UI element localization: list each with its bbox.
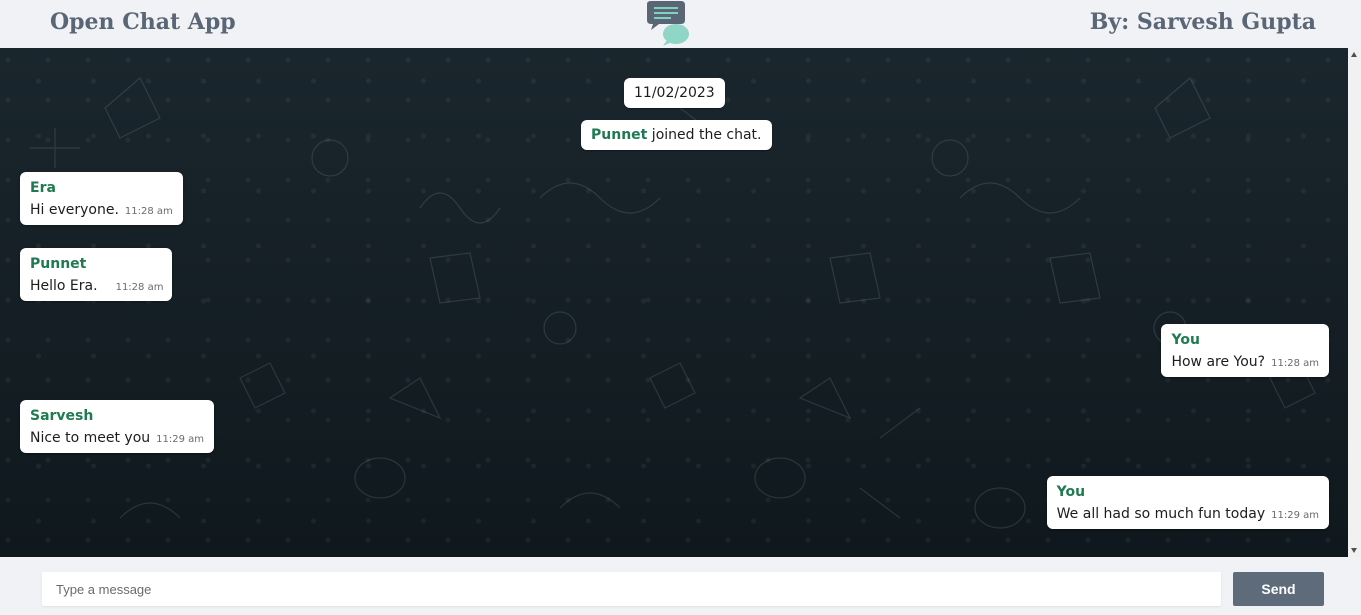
message-text: Nice to meet you	[30, 430, 151, 446]
message-sender: You	[1171, 332, 1200, 348]
message-text: Hello Era.	[30, 278, 98, 294]
message-input[interactable]	[42, 572, 1221, 606]
message-time: 11:29 am	[156, 434, 205, 445]
message-bubble: Punnet Hello Era. 11:28 am	[20, 248, 173, 301]
message-sender: Sarvesh	[30, 408, 94, 424]
app-header: Open Chat App By: Sarvesh Gupta	[0, 0, 1361, 48]
message-text: Hi everyone.	[30, 202, 119, 218]
message-bubble: Era Hi everyone. 11:28 am	[20, 172, 183, 225]
message-sender: You	[1056, 484, 1086, 500]
message-text: How are You?	[1171, 354, 1266, 370]
join-notice-name: Punnet	[591, 127, 648, 143]
message-bubble-own: You We all had so much fun today 11:29 am	[1046, 476, 1329, 529]
message-text: We all had so much fun today	[1056, 506, 1266, 522]
message-time: 11:28 am	[124, 206, 173, 217]
join-notice: Punnet joined the chat.	[581, 120, 772, 150]
message-sender: Punnet	[30, 256, 87, 272]
author-credit: By: Sarvesh Gupta	[1089, 9, 1316, 35]
message-time: 11:29 am	[1271, 510, 1319, 521]
message-bubble: Sarvesh Nice to meet you 11:29 am	[20, 400, 215, 453]
message-time: 11:28 am	[115, 282, 164, 293]
join-notice-text: joined the chat.	[647, 127, 762, 143]
message-composer: Send	[0, 557, 1361, 615]
chat-area[interactable]: 11/02/2023 Punnet joined the chat. Era H…	[0, 48, 1348, 557]
scroll-up-arrow-icon[interactable]	[1351, 52, 1357, 57]
chat-scrollbar[interactable]	[1348, 48, 1361, 557]
message-sender: Era	[30, 180, 56, 196]
app-title: Open Chat App	[50, 9, 236, 35]
send-button[interactable]: Send	[1233, 572, 1324, 606]
scrollbar-thumb[interactable]	[1350, 62, 1359, 540]
message-bubble-own: You How are You? 11:28 am	[1161, 324, 1329, 377]
message-time: 11:28 am	[1271, 358, 1319, 369]
scroll-down-arrow-icon[interactable]	[1351, 548, 1357, 553]
date-separator: 11/02/2023	[624, 78, 725, 108]
chat-bubbles-icon	[641, 0, 691, 48]
